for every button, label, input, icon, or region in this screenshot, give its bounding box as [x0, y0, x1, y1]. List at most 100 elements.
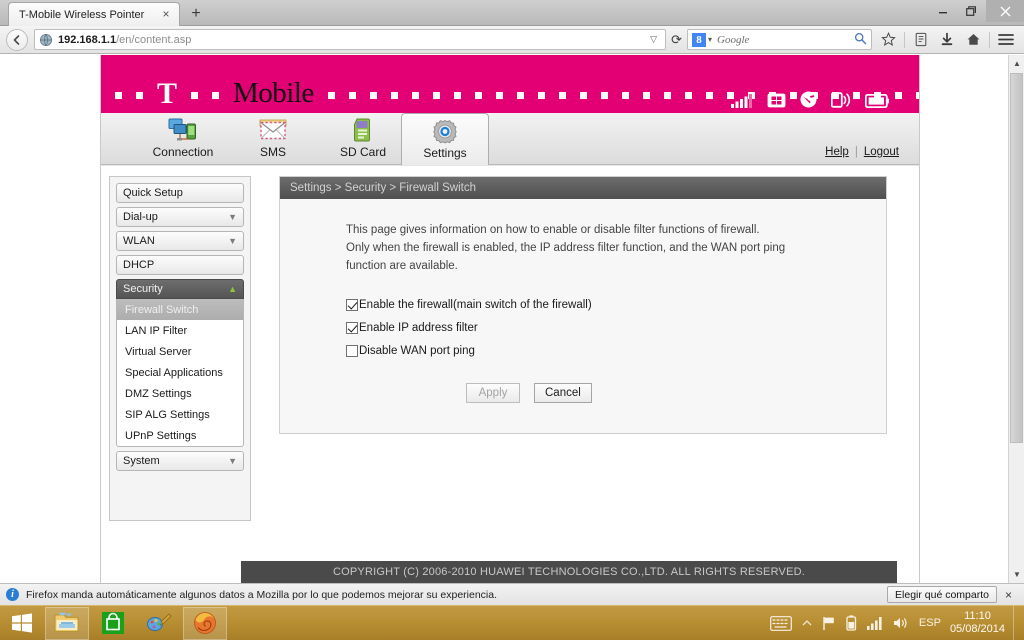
tmobile-t-letter: T	[157, 79, 177, 109]
logo-dot	[916, 92, 919, 99]
reload-button[interactable]: ⟳	[670, 32, 687, 48]
url-text: 192.168.1.1/en/content.asp	[58, 34, 191, 46]
info-icon: i	[6, 588, 19, 601]
close-button[interactable]	[986, 0, 1024, 22]
description-line-1: This page gives information on how to en…	[346, 221, 806, 239]
gear-icon	[431, 117, 459, 145]
sidebar-item-upnp-settings[interactable]: UPnP Settings	[117, 425, 243, 446]
taskbar-firefox[interactable]	[183, 607, 227, 640]
logout-link[interactable]: Logout	[864, 146, 899, 158]
action-center-icon[interactable]	[817, 606, 841, 641]
tab-settings[interactable]: Settings	[401, 113, 489, 166]
checkbox-enable-firewall[interactable]: Enable the firewall(main switch of the f…	[346, 299, 886, 311]
globe-icon	[800, 91, 817, 108]
logo-dot	[895, 92, 902, 99]
checkbox-enable-ip-address-filter[interactable]: Enable IP address filter	[346, 322, 886, 334]
tab-close-icon[interactable]: ×	[159, 8, 173, 22]
tab-sd-card[interactable]: SD Card	[319, 113, 407, 165]
choose-what-i-share-button[interactable]: Elegir qué comparto	[887, 586, 997, 603]
url-bar[interactable]: 192.168.1.1/en/content.asp ▽	[34, 29, 666, 50]
tab-connection[interactable]: Connection	[139, 113, 227, 165]
device-signal-icon	[831, 92, 851, 108]
sidebar-item-system[interactable]: System ▼	[116, 451, 244, 471]
cancel-button[interactable]: Cancel	[534, 383, 592, 403]
search-bar[interactable]: 8 ▾ Google	[687, 29, 872, 50]
chevron-up-icon: ▲	[228, 284, 237, 294]
checkbox-input[interactable]	[346, 299, 358, 311]
sidebar-item-dhcp[interactable]: DHCP	[116, 255, 244, 275]
hamburger-menu-icon[interactable]	[994, 28, 1018, 52]
help-link[interactable]: Help	[825, 146, 849, 158]
search-icon[interactable]	[854, 32, 867, 48]
sidebar-item-quick-setup[interactable]: Quick Setup	[116, 183, 244, 203]
search-engine-caret-icon[interactable]: ▾	[708, 35, 712, 44]
taskbar-paint[interactable]	[137, 607, 181, 640]
sidebar-item-firewall-switch[interactable]: Firewall Switch	[117, 299, 243, 320]
checkbox-input[interactable]	[346, 322, 358, 334]
back-button[interactable]	[6, 29, 28, 51]
google-icon: 8	[692, 33, 706, 47]
browser-tab[interactable]: T-Mobile Wireless Pointer ×	[8, 2, 180, 26]
scrollbar-thumb[interactable]	[1010, 73, 1023, 443]
scroll-up-arrow-icon[interactable]: ▲	[1009, 55, 1024, 72]
library-icon[interactable]	[909, 28, 933, 52]
search-input[interactable]: Google	[717, 34, 854, 46]
downloads-icon[interactable]	[935, 28, 959, 52]
checkbox-disable-wan-port-ping[interactable]: Disable WAN port ping	[346, 345, 886, 357]
tab-sms-label: SMS	[260, 145, 286, 159]
chevron-down-icon: ▼	[228, 456, 237, 466]
firefox-icon	[193, 611, 217, 635]
sidebar-item-dial-up[interactable]: Dial-up ▼	[116, 207, 244, 227]
restore-button[interactable]	[957, 0, 986, 22]
show-desktop-button[interactable]	[1013, 606, 1020, 641]
toolbar-divider-2	[989, 32, 990, 48]
network-signal-icon[interactable]	[862, 606, 888, 641]
clock[interactable]: 11:10 05/08/2014	[946, 610, 1013, 636]
sidebar-item-wlan[interactable]: WLAN ▼	[116, 231, 244, 251]
language-indicator[interactable]: ESP	[914, 606, 946, 641]
volume-icon[interactable]	[888, 606, 914, 641]
tab-settings-label: Settings	[423, 146, 466, 160]
taskbar-file-explorer[interactable]	[45, 607, 89, 640]
sidebar-item-security[interactable]: Security ▲	[116, 279, 244, 299]
description-line-2: Only when the firewall is enabled, the I…	[346, 239, 806, 257]
taskbar-windows-store[interactable]	[91, 607, 135, 640]
sidebar-item-label: Security	[123, 283, 163, 295]
logo-dot	[433, 92, 440, 99]
browser-tab-title: T-Mobile Wireless Pointer	[19, 9, 159, 21]
battery-icon[interactable]	[841, 606, 862, 641]
start-button[interactable]	[0, 606, 44, 641]
sidebar-item-special-applications[interactable]: Special Applications	[117, 362, 243, 383]
notification-bar: i Firefox manda automáticamente algunos …	[0, 583, 1024, 605]
new-tab-button[interactable]: +	[186, 4, 206, 24]
sidebar-item-virtual-server[interactable]: Virtual Server	[117, 341, 243, 362]
home-icon[interactable]	[961, 28, 985, 52]
sidebar-item-lan-ip-filter[interactable]: LAN IP Filter	[117, 320, 243, 341]
tab-sms[interactable]: SMS	[229, 113, 317, 165]
minimize-button[interactable]	[928, 0, 957, 22]
checkbox-label: Enable the firewall(main switch of the f…	[359, 299, 592, 311]
toolbar-icons	[876, 28, 1018, 52]
url-dropdown-icon[interactable]: ▽	[646, 34, 661, 45]
bookmark-star-icon[interactable]	[876, 28, 900, 52]
sidebar-subitem-label: Special Applications	[125, 367, 223, 379]
touch-keyboard-icon[interactable]	[765, 606, 797, 641]
scroll-down-arrow-icon[interactable]: ▼	[1009, 566, 1024, 583]
url-host: 192.168.1.1	[58, 34, 116, 46]
logo-dot	[412, 92, 419, 99]
checkbox-label: Enable IP address filter	[359, 322, 478, 334]
sidebar-item-dmz-settings[interactable]: DMZ Settings	[117, 383, 243, 404]
notification-text: Firefox manda automáticamente algunos da…	[26, 589, 887, 601]
logo-dot	[496, 92, 503, 99]
tab-strip: T-Mobile Wireless Pointer × +	[0, 0, 1024, 26]
apply-button[interactable]: Apply	[466, 383, 520, 403]
tray-overflow-icon[interactable]	[797, 606, 817, 641]
chevron-down-icon: ▼	[228, 212, 237, 222]
sidebar-item-sip-alg-settings[interactable]: SIP ALG Settings	[117, 404, 243, 425]
tmobile-wordmark: Mobile	[233, 79, 314, 108]
checkbox-input[interactable]	[346, 345, 358, 357]
panel-body: This page gives information on how to en…	[280, 199, 886, 403]
notification-close-icon[interactable]: ×	[1005, 588, 1018, 602]
web-page: T Mobile	[0, 55, 1024, 583]
page-scrollbar[interactable]: ▲ ▼	[1008, 55, 1024, 583]
